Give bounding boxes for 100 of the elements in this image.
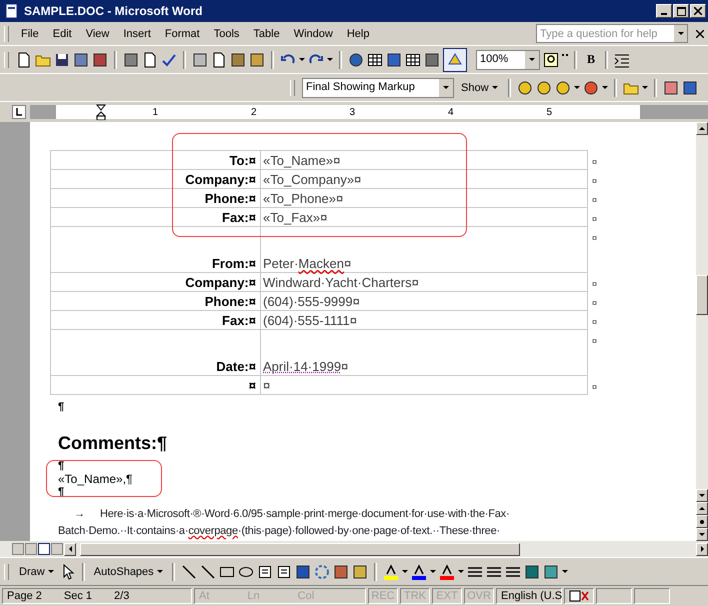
ruler-number: 3 [348,106,356,118]
heading: Comments:¶ [58,433,168,454]
browse-object-button[interactable] [696,515,708,528]
caret-icon[interactable] [402,570,408,573]
new-document-icon[interactable] [16,52,32,68]
caret-icon[interactable] [602,86,608,89]
field-label: Company:¤ [50,272,260,292]
maximize-icon [676,6,686,16]
field-value: «To_Fax»¤ [260,208,588,226]
merge-field: «To_Name»,¶ [58,472,132,486]
paragraph-mark: ¶ [58,486,64,498]
field-label: Company:¤ [50,170,260,188]
menu-item[interactable]: Edit [46,26,78,42]
caret-icon[interactable] [642,86,648,89]
scroll-down-button[interactable] [696,489,708,502]
print-preview-icon[interactable] [142,52,158,68]
field-value: ¤ [260,376,588,394]
help-icon[interactable] [543,52,559,68]
end-of-row-mark: ¤ [587,376,598,394]
field-value: April·14·1999¤ [260,330,588,376]
end-of-row-mark: ¤ [587,272,598,292]
field-value: «To_Phone»¤ [260,188,588,208]
maximize-button[interactable] [673,4,689,18]
toolbar-handle[interactable] [4,52,9,68]
ruler-number: 2 [250,106,258,118]
table-icon[interactable] [367,52,383,68]
close-icon[interactable] [696,30,704,38]
end-of-row-mark: ¤ [587,150,598,170]
indent-icon[interactable] [614,52,630,68]
scroll-left-button[interactable] [64,542,76,556]
drawing-toggle-icon[interactable] [443,48,467,72]
help-search-field[interactable]: Type a question for help [536,24,688,43]
menu-item[interactable]: File [15,26,45,42]
ruler-number: 5 [545,106,554,118]
ruler-number: 1 [151,106,160,118]
previous-page-button[interactable] [696,502,708,515]
toolbar-handle[interactable] [290,80,295,96]
menu-item[interactable]: Table [247,26,286,42]
caret-icon[interactable] [299,58,305,61]
toolbar-handle[interactable] [4,564,9,580]
show-menu-button[interactable]: Show [457,82,502,94]
display-dropdown[interactable]: Final Showing Markup [302,78,454,98]
end-of-row-mark: ¤ [587,226,598,272]
page-count: 2/3 [114,590,130,602]
scroll-up-button[interactable] [696,122,708,135]
toolbar-handle[interactable] [4,26,9,42]
font-color-icon[interactable] [438,564,455,580]
fill-color-icon[interactable] [382,564,399,580]
vertical-text-box-icon[interactable] [276,564,292,580]
draw-menu-button[interactable]: Draw [16,566,57,578]
menu-item[interactable]: Window [288,26,339,42]
status-panel [596,588,632,604]
body-text: → Here·is·a·Microsoft·®·Word·6.0/95·sample·print·merge·document·for·use·with·the·Fax· [73,507,510,522]
print-view-button[interactable] [38,543,50,555]
zoom-dropdown[interactable]: 100% [476,50,540,70]
autoshapes-menu-button[interactable]: AutoShapes [90,566,166,578]
caret-icon[interactable] [327,58,333,61]
line-icon[interactable] [180,564,197,580]
spelling-status-icon[interactable] [569,590,589,602]
menu-item[interactable]: Insert [117,26,157,42]
language-indicator[interactable]: English (U.S [496,588,562,604]
end-of-row-mark: ¤ [587,208,598,226]
end-of-row-mark: ¤ [587,170,598,188]
field-value: Peter·Macken¤ [260,226,588,272]
status-panel [634,588,670,604]
end-of-row-mark: ¤ [587,310,598,330]
caret-icon[interactable] [458,570,464,573]
tab-stop-icon[interactable] [12,105,26,119]
field-value: (604)·555-9999¤ [260,292,588,310]
section-number: Sec 1 [64,590,92,602]
menu-item[interactable]: Tools [208,26,246,42]
caret-icon[interactable] [562,570,568,573]
ruler-number: 4 [446,106,455,118]
indent-marker-icon[interactable] [96,104,106,120]
menu-item[interactable]: View [80,26,116,42]
paragraph-mark: ¶ [58,401,64,413]
page-number: Page 2 [7,590,42,602]
field-value: «To_Name»¤ [260,150,588,170]
save-icon[interactable] [54,52,70,68]
line-color-icon[interactable] [410,564,427,580]
close-icon [694,7,702,15]
document-icon [4,3,20,19]
field-label: Fax:¤ [50,310,260,330]
field-value: «To_Company»¤ [260,170,588,188]
field-label: ¤ [50,376,260,394]
scroll-right-button[interactable] [696,542,708,556]
next-page-button[interactable] [696,528,708,541]
vertical-scrollbar[interactable] [696,122,708,541]
menu-item[interactable]: Format [158,26,206,42]
normal-view-button[interactable] [12,543,24,555]
spreadsheet-icon[interactable] [405,52,421,68]
caret-icon[interactable] [574,86,580,89]
copy-icon[interactable] [211,52,227,68]
close-button[interactable] [690,4,706,18]
caret-icon[interactable] [430,570,436,573]
minimize-button[interactable] [656,4,672,18]
bold-button[interactable]: B [583,52,600,67]
spelling-icon[interactable] [161,52,177,68]
menu-item[interactable]: Help [340,26,376,42]
text-box-icon[interactable] [256,564,273,580]
